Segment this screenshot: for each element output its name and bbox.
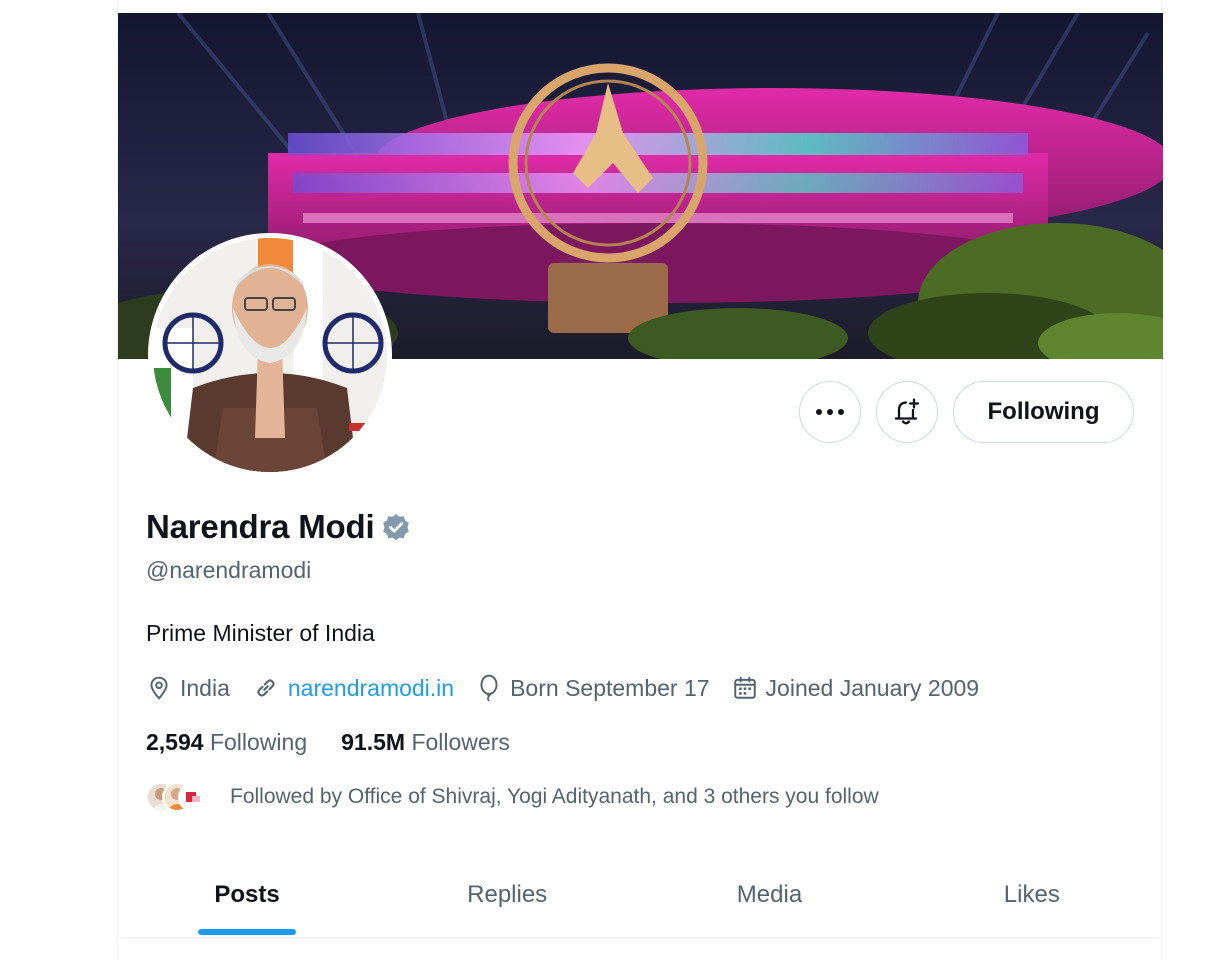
active-tab-indicator — [198, 929, 296, 935]
user-handle: @narendramodi — [146, 557, 312, 583]
followed-by-row[interactable]: Followed by Office of Shivraj, Yogi Adit… — [146, 780, 879, 814]
followers-stat[interactable]: 91.5M Followers — [341, 729, 510, 756]
avatar — [178, 782, 208, 812]
profile-column: Following Narendra Modi @narendramodi Pr… — [117, 0, 1163, 960]
notifications-button[interactable] — [876, 381, 938, 443]
tab-media[interactable]: Media — [638, 852, 900, 937]
followers-label: Followers — [411, 729, 510, 755]
tab-label: Replies — [467, 880, 548, 908]
location-text: India — [180, 674, 230, 701]
location-pin-icon — [150, 676, 168, 700]
calendar-icon — [733, 676, 756, 699]
tab-replies[interactable]: Replies — [376, 852, 638, 937]
more-options-button[interactable] — [799, 381, 861, 443]
birthday-text: Born September 17 — [510, 674, 710, 701]
website-link[interactable]: narendramodi.in — [288, 675, 454, 702]
location-item: India — [146, 675, 230, 702]
tab-label: Likes — [1003, 880, 1060, 908]
followed-by-avatars — [146, 780, 208, 814]
name-row: Narendra Modi — [146, 508, 412, 546]
profile-meta-row: India narendramodi.in Born September 17 — [146, 674, 1001, 702]
display-name: Narendra Modi — [146, 508, 375, 545]
tab-label: Posts — [214, 880, 280, 908]
profile-avatar[interactable] — [148, 233, 392, 477]
joined-text: Joined January 2009 — [765, 674, 980, 701]
verified-badge-icon[interactable] — [380, 512, 412, 544]
followed-by-text: Followed by Office of Shivraj, Yogi Adit… — [230, 785, 879, 808]
following-button[interactable]: Following — [953, 381, 1134, 443]
joined-item: Joined January 2009 — [732, 674, 980, 702]
profile-tabs: Posts Replies Media Likes — [118, 852, 1163, 938]
tab-likes[interactable]: Likes — [901, 852, 1163, 937]
following-stat[interactable]: 2,594 Following — [146, 729, 307, 756]
following-label: Following — [209, 729, 308, 755]
link-icon — [257, 679, 275, 697]
birthday-item: Born September 17 — [476, 674, 710, 702]
follow-stats: 2,594 Following 91.5M Followers — [146, 729, 544, 756]
following-count: 2,594 — [146, 729, 204, 755]
profile-bio: Prime Minister of India — [146, 620, 375, 646]
top-strip — [118, 0, 1161, 13]
tab-posts[interactable]: Posts — [118, 852, 376, 937]
website-item: narendramodi.in — [252, 674, 454, 702]
balloon-icon — [480, 674, 498, 702]
followers-count: 91.5M — [341, 729, 406, 755]
tab-label: Media — [736, 880, 803, 908]
bell-plus-icon — [894, 398, 920, 425]
more-horizontal-icon — [816, 409, 844, 415]
